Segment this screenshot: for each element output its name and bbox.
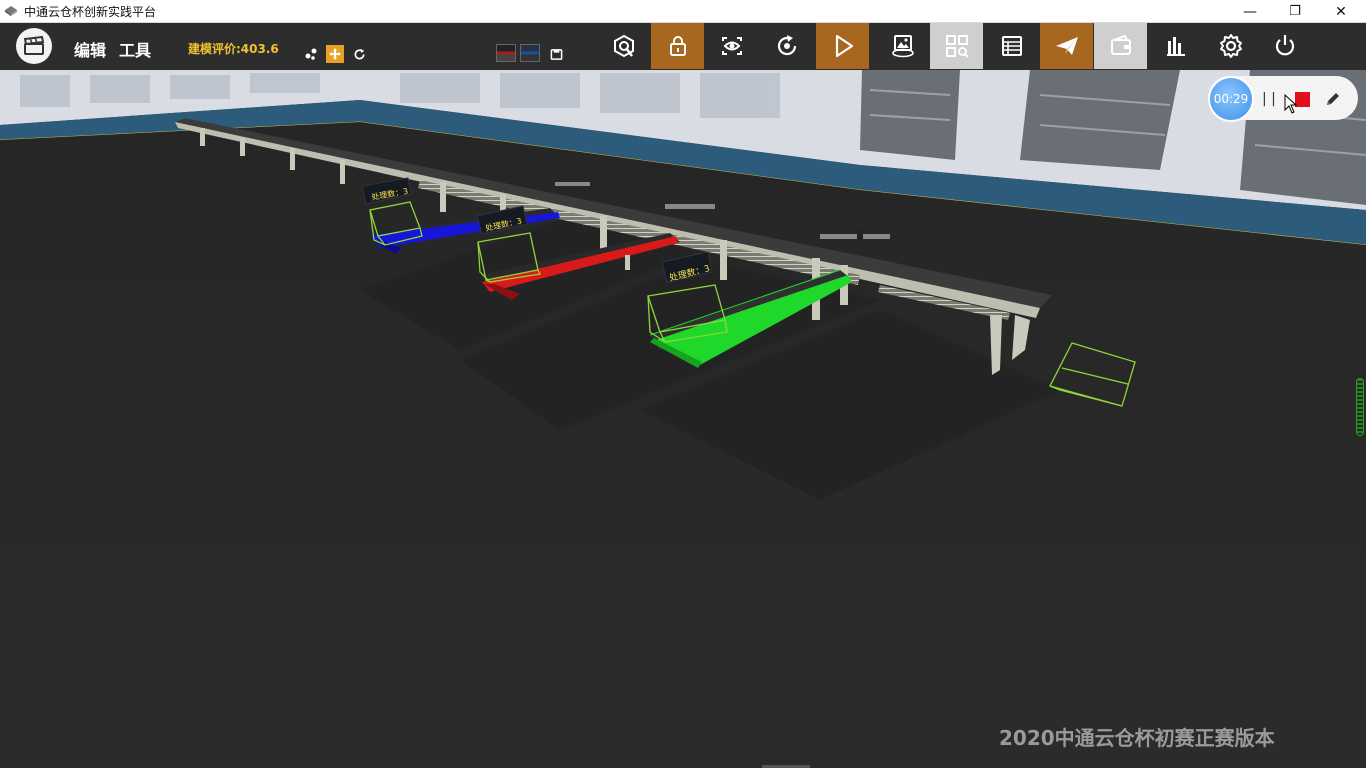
clapperboard-logo-icon[interactable] [16, 28, 52, 64]
recording-timer: 00:29 [1208, 76, 1254, 122]
close-button[interactable]: ✕ [1318, 0, 1364, 23]
zoom-slider[interactable] [1356, 378, 1364, 436]
gear-icon[interactable] [1204, 23, 1257, 69]
lock-icon[interactable] [651, 23, 704, 69]
eye-icon[interactable] [705, 23, 758, 69]
minimize-button[interactable]: — [1227, 0, 1273, 23]
restore-button[interactable]: ❐ [1272, 0, 1318, 23]
refresh-icon[interactable] [350, 45, 368, 63]
thumbnail-red-icon[interactable] [496, 44, 516, 62]
list-icon[interactable] [985, 23, 1038, 69]
mouse-cursor-icon [1284, 94, 1298, 114]
pen-button[interactable] [1323, 88, 1343, 110]
save-icon[interactable] [547, 45, 565, 63]
rotate-icon[interactable] [760, 23, 813, 69]
title-bar: 中通云仓杯创新实践平台 — ❐ ✕ [0, 0, 1366, 23]
target-icon[interactable] [597, 23, 650, 69]
thumbnail-blue-icon[interactable] [520, 44, 540, 62]
bar-chart-icon[interactable] [1149, 23, 1202, 69]
window-title: 中通云仓杯创新实践平台 [24, 5, 157, 19]
warehouse-3d-viewport[interactable]: 处理数：3 处理数：3 处理数：3 [0, 70, 1366, 768]
scatter-icon[interactable] [302, 45, 320, 63]
image-360-icon[interactable] [876, 23, 929, 69]
wallet-icon[interactable] [1094, 23, 1147, 69]
grid-search-icon[interactable] [930, 23, 983, 69]
modeling-score: 建模评价:403.6 [188, 42, 279, 56]
play-icon[interactable] [816, 23, 869, 69]
menu-edit[interactable]: 编辑 [74, 37, 106, 61]
move-icon[interactable] [326, 45, 344, 63]
pause-button[interactable]: | | [1262, 88, 1276, 110]
menu-tools[interactable]: 工具 [119, 37, 151, 61]
pen-icon [1327, 93, 1339, 105]
version-watermark: 2020中通云仓杯初赛正赛版本 [999, 726, 1275, 750]
send-icon[interactable] [1040, 23, 1093, 69]
app-icon [5, 6, 17, 16]
main-toolbar: 编辑 工具 建模评价:403.6 [0, 23, 1366, 70]
power-icon[interactable] [1258, 23, 1311, 69]
